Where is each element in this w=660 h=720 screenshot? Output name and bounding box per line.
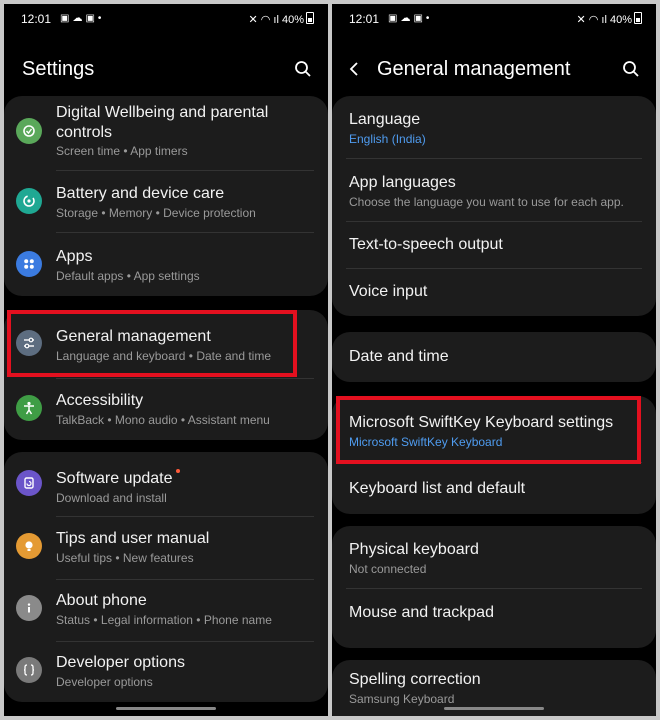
highlight-box [7,310,297,377]
battery-icon [306,12,314,24]
device-care-icon [16,188,42,214]
home-indicator [116,707,216,710]
highlight-box [336,396,641,464]
item-subtitle: Screen time • App timers [56,144,188,158]
general-management-screen: 12:01 ▣☁▣• ✕ ◠ ıl 40% General management… [332,4,656,716]
apps-icon [16,251,42,277]
item-title: Language [349,111,421,128]
item-subtitle: English (India) [349,132,426,146]
item-mouse-trackpad[interactable]: Mouse and trackpad [332,589,656,647]
item-physical-keyboard[interactable]: Physical keyboard Not connected [332,526,656,588]
item-title: Apps [56,248,93,265]
item-app-languages[interactable]: App languages Choose the language you wa… [332,159,656,221]
settings-card-1: Digital Wellbeing and parental controls … [4,96,328,296]
status-right-icons: ✕ ◠ ıl 40% [248,12,314,26]
item-text-to-speech[interactable]: Text-to-speech output [332,222,656,268]
item-subtitle: Storage • Memory • Device protection [56,206,256,220]
item-title: Battery and device care [56,185,225,202]
item-title: Digital Wellbeing and parental [56,104,269,121]
item-date-and-time[interactable]: Date and time [332,332,656,382]
item-title: Software update [56,470,173,487]
braces-icon [16,657,42,683]
notification-icons: ▣☁▣• [388,13,433,24]
settings-item-digital-wellbeing[interactable]: Digital Wellbeing and parental controls … [4,96,328,170]
wellbeing-icon [16,118,42,144]
page-title: General management [377,58,571,80]
status-time: 12:01 [349,12,380,26]
item-title: Spelling correction [349,671,481,688]
home-indicator [444,707,544,710]
settings-item-tips[interactable]: Tips and user manual Useful tips • New f… [4,517,328,579]
back-arrow-icon[interactable] [346,60,364,78]
item-keyboard-list[interactable]: Keyboard list and default [332,463,656,513]
search-icon[interactable] [622,60,640,78]
settings-item-battery[interactable]: Battery and device care Storage • Memory… [4,171,328,232]
item-title: Tips and user manual [56,530,210,547]
update-badge-dot [176,469,180,473]
item-title: Physical keyboard [349,541,479,558]
input-devices-card: Physical keyboard Not connected Mouse an… [332,526,656,648]
battery-percent: 40% [281,14,304,26]
info-icon [16,595,42,621]
accessibility-icon [16,395,42,421]
item-title: Date and time [349,348,449,365]
battery-percent: 40% [609,14,632,26]
settings-item-apps[interactable]: Apps Default apps • App settings [4,233,328,295]
settings-item-accessibility[interactable]: Accessibility TalkBack • Mono audio • As… [4,379,328,439]
notification-icons: ▣☁▣• [60,13,105,24]
item-subtitle: Choose the language you want to use for … [349,195,624,209]
status-bar: 12:01 ▣☁▣• ✕ ◠ ıl 40% [4,12,328,32]
item-title: About phone [56,592,147,609]
settings-item-about-phone[interactable]: About phone Status • Legal information •… [4,580,328,642]
item-subtitle: TalkBack • Mono audio • Assistant menu [56,413,270,427]
item-subtitle: Download and install [56,491,167,505]
item-title: Mouse and trackpad [349,604,494,621]
page-title: Settings [22,58,95,80]
item-title: Developer options [56,654,185,671]
item-title: Voice input [349,283,428,300]
item-subtitle: Not connected [349,562,427,576]
search-icon[interactable] [294,60,312,78]
settings-screen: 12:01 ▣☁▣• ✕ ◠ ıl 40% Settings Digital W… [4,4,328,716]
settings-item-software-update[interactable]: Software update Download and install [4,452,328,514]
status-time: 12:01 [21,12,52,26]
date-time-card: Date and time [332,332,656,382]
item-voice-input[interactable]: Voice input [332,269,656,315]
item-subtitle: Default apps • App settings [56,269,200,283]
item-title: Accessibility [56,392,144,409]
status-right-icons: ✕ ◠ ıl 40% [576,12,642,26]
software-update-icon [16,470,42,496]
item-subtitle: Status • Legal information • Phone name [56,613,272,627]
item-title: Text-to-speech output [349,236,503,253]
lightbulb-icon [16,533,42,559]
item-subtitle: Samsung Keyboard [349,692,455,706]
language-card: Language English (India) App languages C… [332,96,656,316]
battery-icon [634,12,642,24]
item-title: App languages [349,174,456,191]
item-title-line2: controls [56,124,113,141]
item-language[interactable]: Language English (India) [332,96,656,158]
item-title: Keyboard list and default [349,480,526,497]
settings-card-3: Software update Download and install Tip… [4,452,328,702]
status-bar: 12:01 ▣☁▣• ✕ ◠ ıl 40% [332,12,656,32]
item-subtitle: Useful tips • New features [56,551,194,565]
settings-item-developer-options[interactable]: Developer options Developer options [4,642,328,702]
item-subtitle: Developer options [56,675,153,689]
